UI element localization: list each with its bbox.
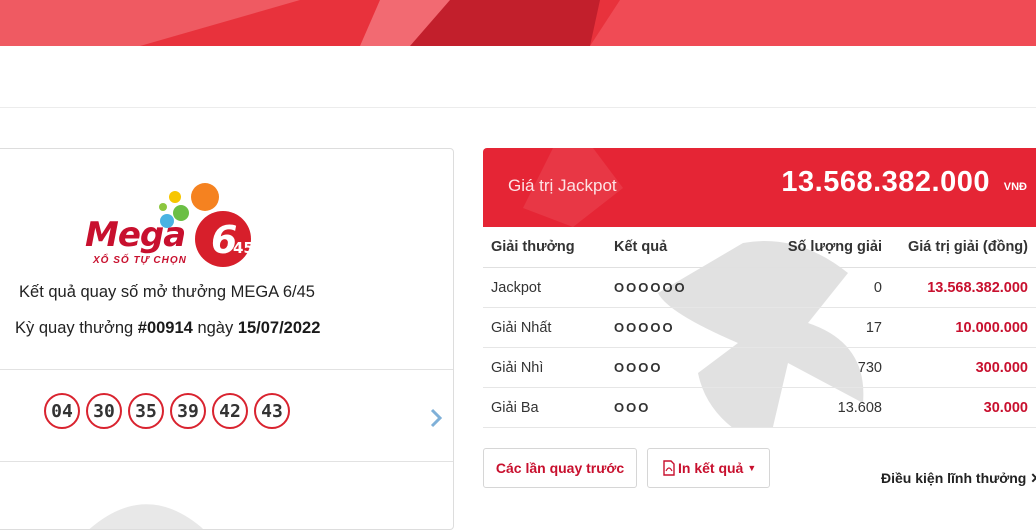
- number-ball: 39: [170, 393, 206, 429]
- number-ball: 04: [44, 393, 80, 429]
- result-title: Kết quả quay số mở thưởng MEGA 6/45: [19, 283, 315, 301]
- jackpot-unit: VNĐ: [1003, 181, 1027, 193]
- jackpot-header: Giá trị Jackpot 13.568.382.000 VNĐ: [483, 148, 1036, 227]
- number-ball: 42: [212, 393, 248, 429]
- table-header-row: Giải thưởng Kết quả Số lượng giải Giá tr…: [483, 227, 1036, 268]
- logo-tagline: XỔ SỐ TỰ CHỌN: [93, 255, 187, 266]
- column-header: Giá trị giải (đồng): [892, 227, 1036, 268]
- top-banner: [0, 0, 1036, 46]
- table-row: Giải Nhì OOOO 730 300.000: [483, 347, 1036, 388]
- divider: [0, 369, 453, 370]
- previous-draws-button[interactable]: Các lần quay trước: [483, 448, 637, 488]
- winner-count: 17: [734, 307, 892, 348]
- column-header: Giải thưởng: [483, 227, 606, 268]
- draw-info: Kỳ quay thưởng #00914 ngày 15/07/2022: [15, 319, 320, 338]
- nav-strip: [0, 46, 1036, 108]
- logo-brand-text: Mega: [85, 215, 186, 255]
- close-icon: ✕: [1030, 470, 1036, 486]
- winner-count: 730: [734, 347, 892, 388]
- match-dots: OOOO: [606, 347, 734, 388]
- number-ball: 35: [128, 393, 164, 429]
- number-ball: 30: [86, 393, 122, 429]
- pdf-icon: [663, 460, 675, 476]
- date-prefix: ngày: [197, 319, 234, 337]
- divider: [0, 461, 453, 462]
- match-dots: OOOOO: [606, 307, 734, 348]
- banner-graphic: [0, 0, 1036, 46]
- watermark-graphic: [89, 504, 203, 529]
- prize-value: 13.568.382.000: [892, 267, 1036, 308]
- prize-name: Giải Nhì: [483, 347, 606, 388]
- match-dots: OOO: [606, 387, 734, 428]
- prize-name: Jackpot: [483, 267, 606, 308]
- winner-count: 0: [734, 267, 892, 308]
- column-header: Kết quả: [606, 227, 734, 268]
- prize-value: 30.000: [892, 387, 1036, 428]
- prize-name: Giải Nhất: [483, 307, 606, 348]
- print-results-label: In kết quả: [678, 460, 744, 476]
- jackpot-value: 13.568.382.000: [781, 166, 990, 198]
- match-dots: OOOOOO: [606, 267, 734, 308]
- mega-645-logo: 6 45 Mega XỔ SỐ TỰ CHỌN: [85, 181, 255, 271]
- prize-conditions-link[interactable]: Điều kiện lĩnh thưởng ✕: [881, 470, 1036, 487]
- jackpot-card: Giá trị Jackpot 13.568.382.000 VNĐ Giải …: [483, 148, 1036, 428]
- table-row: Giải Ba OOO 13.608 30.000: [483, 387, 1036, 428]
- prize-value: 10.000.000: [892, 307, 1036, 348]
- chevron-right-icon[interactable]: [429, 407, 443, 435]
- previous-draws-label: Các lần quay trước: [495, 460, 625, 476]
- draw-prefix: Kỳ quay thưởng: [15, 319, 134, 337]
- table-row: Jackpot OOOOOO 0 13.568.382.000: [483, 267, 1036, 308]
- caret-down-icon: ▼: [747, 463, 757, 473]
- prize-name: Giải Ba: [483, 387, 606, 428]
- draw-date: 15/07/2022: [237, 319, 321, 337]
- jackpot-label: Giá trị Jackpot: [508, 176, 617, 195]
- number-ball: 43: [254, 393, 290, 429]
- prize-value: 300.000: [892, 347, 1036, 388]
- prize-table: Giải thưởng Kết quả Số lượng giải Giá tr…: [483, 227, 1036, 428]
- column-header: Số lượng giải: [734, 227, 892, 268]
- winner-count: 13.608: [734, 387, 892, 428]
- winning-numbers: 04 30 35 39 42 43: [44, 393, 290, 429]
- print-results-button[interactable]: In kết quả ▼: [647, 448, 770, 488]
- result-card: 6 45 Mega XỔ SỐ TỰ CHỌN Kết quả quay số …: [0, 148, 454, 530]
- table-row: Giải Nhất OOOOO 17 10.000.000: [483, 307, 1036, 348]
- draw-number: #00914: [137, 319, 193, 337]
- svg-text:45: 45: [233, 239, 254, 257]
- prize-conditions-label: Điều kiện lĩnh thưởng: [881, 470, 1027, 486]
